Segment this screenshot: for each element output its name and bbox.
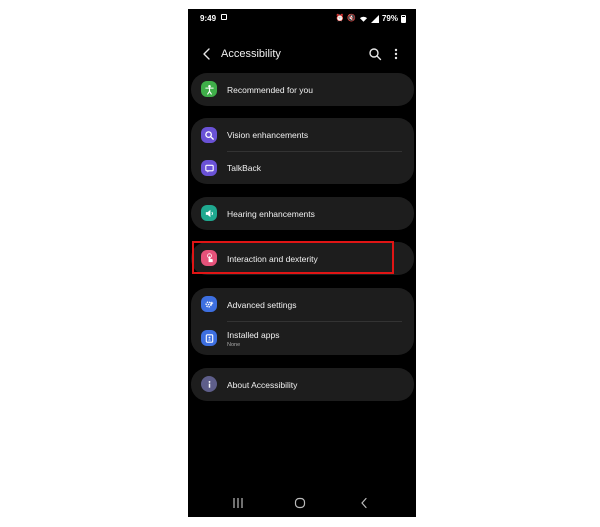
row-label: Installed apps bbox=[227, 330, 280, 340]
row-label: TalkBack bbox=[227, 163, 262, 173]
row-vision-enhancements[interactable]: Vision enhancements bbox=[191, 118, 414, 150]
row-label: Recommended for you bbox=[227, 85, 313, 95]
image-icon bbox=[221, 14, 227, 20]
gear-plus-icon bbox=[201, 296, 217, 312]
battery-icon bbox=[401, 14, 406, 23]
accessibility-person-icon bbox=[201, 81, 217, 97]
row-about-accessibility[interactable]: About Accessibility bbox=[191, 368, 414, 400]
wifi-icon bbox=[359, 16, 368, 22]
app-header: Accessibility bbox=[188, 44, 416, 66]
back-nav-icon[interactable] bbox=[359, 497, 369, 509]
row-recommended-for-you[interactable]: Recommended for you bbox=[191, 73, 414, 105]
alarm-icon: ⏰ bbox=[335, 14, 345, 22]
battery-percent: 79% bbox=[381, 14, 398, 23]
search-icon[interactable] bbox=[368, 47, 382, 61]
settings-group-recommended: Recommended for you bbox=[191, 73, 414, 106]
status-bar: 9:49 ⏰ 🔇 79% bbox=[188, 9, 416, 27]
phone-screen: 9:49 ⏰ 🔇 79% Accessibility Recommended f… bbox=[188, 9, 416, 517]
highlight-box bbox=[192, 241, 394, 274]
status-icons: ⏰ 🔇 79% bbox=[336, 14, 406, 23]
chat-icon bbox=[201, 160, 217, 176]
magnifier-icon bbox=[201, 127, 217, 143]
row-sublabel: None bbox=[227, 342, 241, 348]
speaker-icon bbox=[201, 205, 217, 221]
row-hearing-enhancements[interactable]: Hearing enhancements bbox=[191, 197, 414, 229]
back-icon[interactable] bbox=[200, 47, 214, 61]
info-icon bbox=[201, 376, 217, 392]
settings-group-vision: Vision enhancements TalkBack bbox=[191, 118, 414, 184]
navigation-bar bbox=[188, 493, 416, 515]
more-options-icon[interactable] bbox=[391, 47, 401, 61]
apps-icon bbox=[201, 330, 217, 346]
row-talkback[interactable]: TalkBack bbox=[191, 152, 414, 184]
signal-icon bbox=[370, 14, 379, 23]
row-advanced-settings[interactable]: Advanced settings bbox=[191, 288, 414, 320]
row-label: About Accessibility bbox=[227, 380, 298, 390]
row-label: Vision enhancements bbox=[227, 130, 309, 140]
status-time: 9:49 bbox=[200, 14, 217, 23]
page-title: Accessibility bbox=[221, 48, 281, 60]
row-label: Hearing enhancements bbox=[227, 209, 315, 219]
row-installed-apps[interactable]: Installed apps None bbox=[191, 322, 414, 354]
recents-icon[interactable] bbox=[231, 497, 245, 509]
home-icon[interactable] bbox=[294, 497, 306, 509]
settings-group-hearing: Hearing enhancements bbox=[191, 197, 414, 230]
settings-group-about: About Accessibility bbox=[191, 368, 414, 401]
row-label: Advanced settings bbox=[227, 300, 297, 310]
mute-icon: 🔇 bbox=[347, 14, 356, 22]
settings-group-advanced: Advanced settings Installed apps None bbox=[191, 288, 414, 355]
